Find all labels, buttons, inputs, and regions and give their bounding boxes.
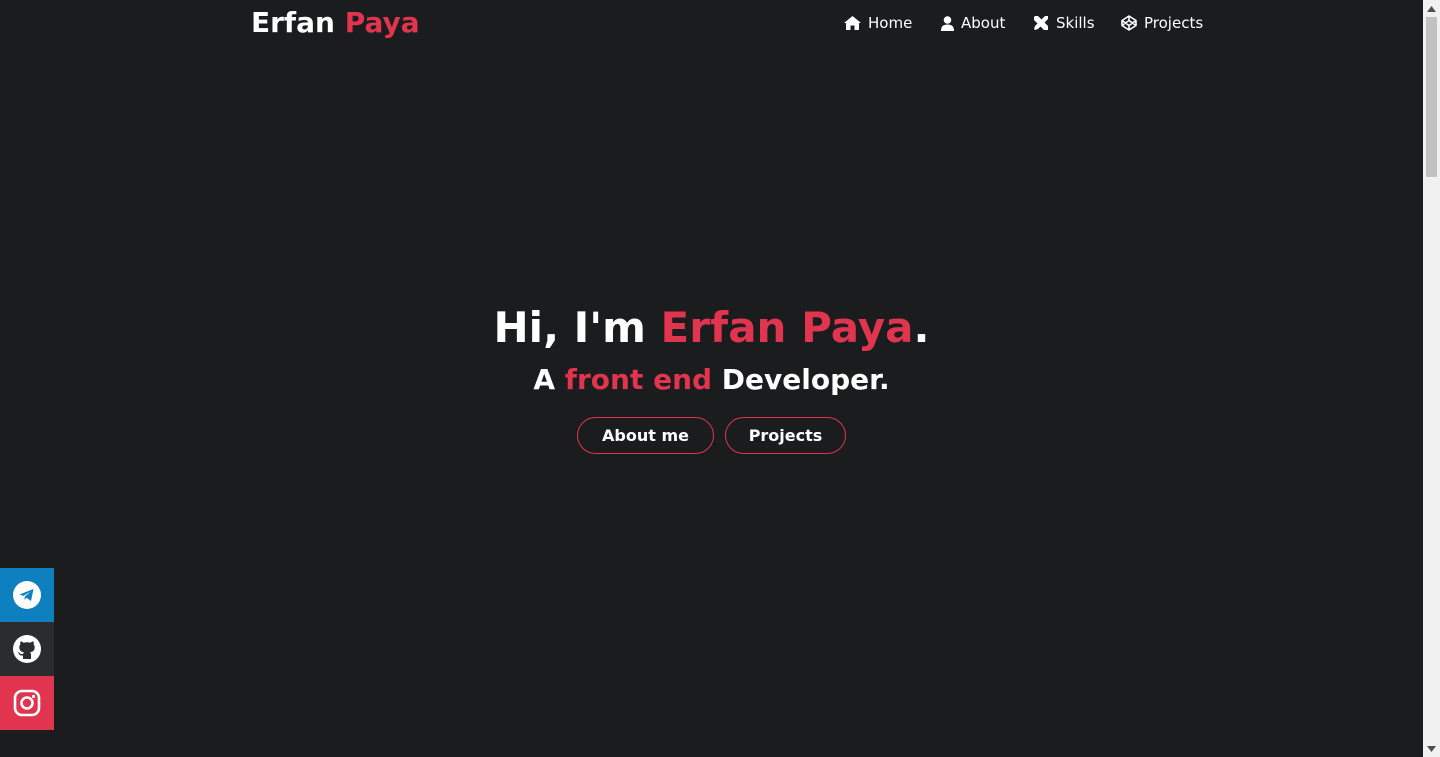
page-scrollbar[interactable] (1423, 0, 1440, 757)
nav-about[interactable]: About (941, 12, 1005, 34)
home-icon (844, 16, 861, 30)
codepen-icon (1121, 15, 1137, 31)
projects-button[interactable]: Projects (725, 417, 846, 454)
tools-icon (1034, 16, 1048, 30)
hero-title-prefix: Hi, I'm (493, 303, 661, 352)
page-viewport: Erfan Paya Home About Skills Projects Hi… (0, 0, 1423, 757)
brand-first-name: Erfan (251, 6, 335, 39)
hero-sub-prefix: A (533, 363, 565, 396)
nav-home-label: Home (868, 14, 913, 32)
about-me-button[interactable]: About me (577, 417, 714, 454)
site-logo[interactable]: Erfan Paya (251, 4, 420, 42)
nav-projects-label: Projects (1144, 14, 1204, 32)
nav-skills-label: Skills (1056, 14, 1095, 32)
scrollbar-thumb[interactable] (1426, 17, 1437, 177)
nav-skills[interactable]: Skills (1033, 12, 1095, 34)
hero-title-name: Erfan Paya (660, 303, 914, 352)
instagram-icon (13, 689, 41, 717)
instagram-link[interactable] (0, 676, 54, 730)
hero-subtitle: A front end Developer. (0, 362, 1423, 398)
user-icon (941, 15, 954, 31)
scroll-down-arrow-icon[interactable] (1423, 740, 1440, 757)
telegram-icon (13, 581, 41, 609)
nav-home[interactable]: Home (844, 12, 912, 34)
github-link[interactable] (0, 622, 54, 676)
nav-about-label: About (961, 14, 1006, 32)
brand-last-name: Paya (344, 6, 420, 39)
hero-title: Hi, I'm Erfan Paya. (0, 300, 1423, 356)
nav-projects[interactable]: Projects (1121, 12, 1203, 34)
telegram-link[interactable] (0, 568, 54, 622)
hero-sub-accent: front end (564, 363, 713, 396)
github-icon (13, 635, 41, 663)
scroll-up-arrow-icon[interactable] (1423, 0, 1440, 17)
hero-sub-suffix: Developer. (712, 363, 890, 396)
hero-title-suffix: . (913, 303, 930, 352)
